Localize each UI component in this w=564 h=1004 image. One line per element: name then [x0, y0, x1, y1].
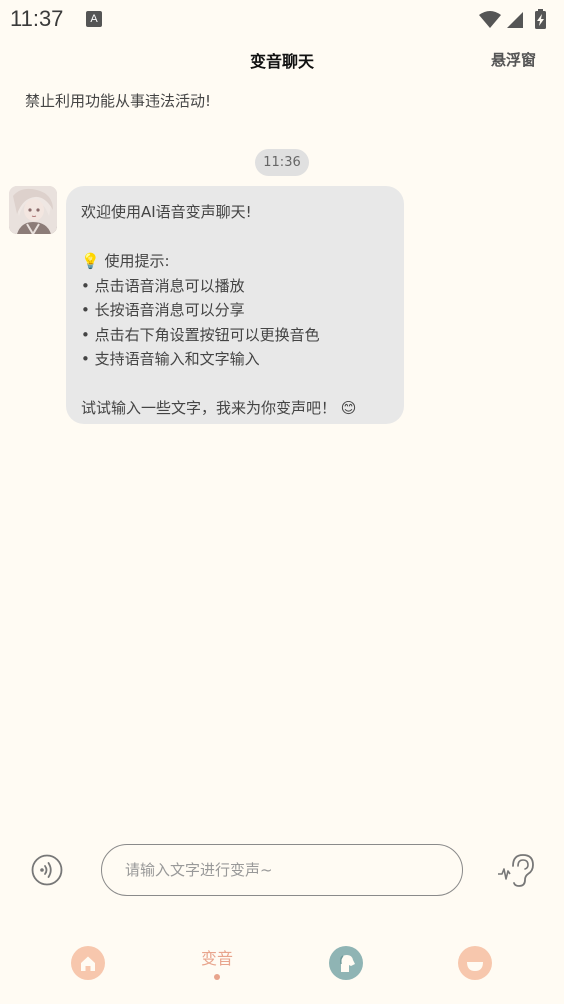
message-line: 💡 使用提示:	[81, 252, 170, 270]
tab-home[interactable]	[48, 938, 128, 998]
app-header: 变音聊天 悬浮窗	[0, 40, 564, 80]
input-bar	[0, 842, 564, 898]
wifi-icon	[479, 11, 501, 28]
message-line: • 长按语音消息可以分享	[81, 301, 245, 319]
message-line: • 点击语音消息可以播放	[81, 276, 245, 295]
tab-profile[interactable]	[435, 938, 515, 998]
battery-charging-icon	[535, 9, 546, 29]
cellular-signal-icon	[507, 12, 523, 28]
sound-wave-icon	[31, 854, 63, 886]
voice-settings-button[interactable]	[496, 852, 536, 888]
chat-timestamp: 11:36	[255, 149, 309, 176]
bottom-tab-bar: 变音	[0, 938, 564, 1000]
status-icons	[478, 8, 552, 30]
message-line: 试试输入一些文字，我来为你变声吧！ 😊	[81, 399, 357, 417]
tab-pet[interactable]	[306, 938, 386, 998]
message-line: • 点击右下角设置按钮可以更换音色	[81, 325, 320, 344]
ear-icon	[498, 854, 534, 887]
page-title: 变音聊天	[249, 52, 314, 71]
status-time: 11:37	[10, 6, 64, 31]
dog-icon	[329, 946, 363, 980]
status-bar: 11:37 A	[0, 0, 564, 38]
active-tab-indicator	[214, 974, 220, 980]
floating-window-button[interactable]: 悬浮窗	[491, 49, 536, 70]
message-line: • 支持语音输入和文字输入	[81, 350, 260, 368]
legal-notice: 禁止利用功能从事违法活动!	[25, 92, 212, 110]
tab-voice-change[interactable]: 变音	[177, 938, 257, 998]
bot-avatar[interactable]	[9, 186, 57, 234]
text-input[interactable]	[101, 844, 463, 896]
home-icon	[71, 946, 105, 980]
smile-icon	[458, 946, 492, 980]
notification-icon: A	[86, 11, 102, 27]
chat-message-bubble[interactable]: 欢迎使用AI语音变声聊天! 💡 使用提示: • 点击语音消息可以播放 • 长按语…	[66, 186, 404, 424]
message-line: 欢迎使用AI语音变声聊天!	[81, 203, 252, 221]
voice-input-button[interactable]	[31, 854, 63, 886]
tab-label: 变音	[200, 949, 233, 968]
